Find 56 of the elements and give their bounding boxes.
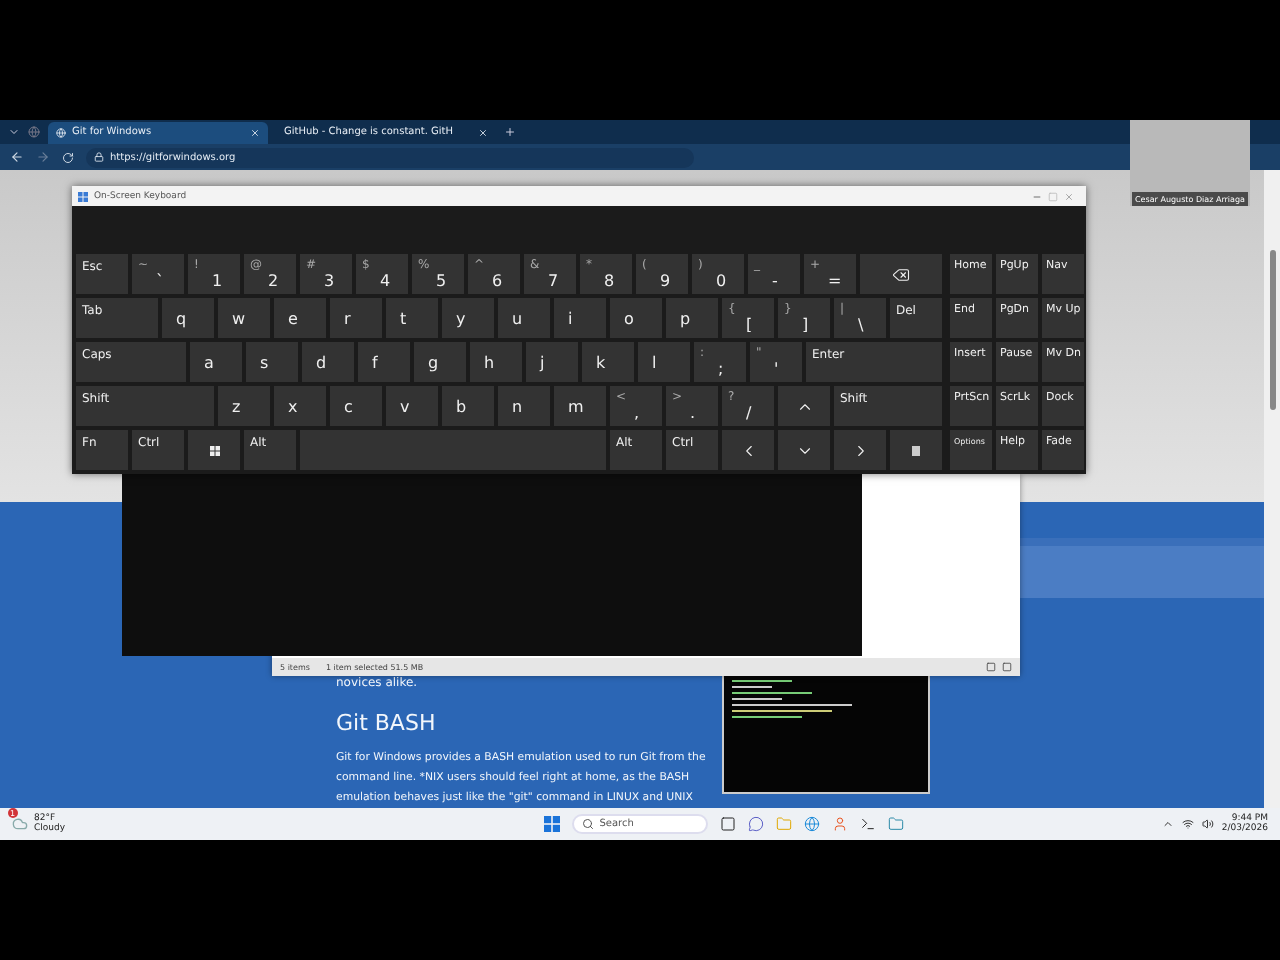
chevron-up-icon[interactable] (1161, 818, 1174, 830)
keyboard-key[interactable]: x (272, 384, 328, 428)
tab-list-icon[interactable] (8, 126, 20, 138)
keyboard-key[interactable]: w (216, 296, 272, 340)
lock-icon (94, 152, 104, 162)
keyboard-key[interactable]: f (356, 340, 412, 384)
menu-key-icon (912, 445, 920, 455)
terminal-icon[interactable] (859, 816, 876, 832)
windows-icon (209, 445, 219, 455)
keyboard-key[interactable]: y (440, 296, 496, 340)
keyboard-key[interactable]: e (272, 296, 328, 340)
keyboard-key[interactable]: g (412, 340, 468, 384)
site-icon (56, 127, 66, 137)
search-icon (581, 818, 594, 830)
keyboard-key[interactable]: z (216, 384, 272, 428)
scrollbar[interactable] (1264, 170, 1280, 808)
back-icon[interactable] (10, 150, 24, 164)
folder-icon[interactable] (775, 816, 792, 832)
keyboard-key[interactable]: m (552, 384, 608, 428)
backspace-icon (892, 265, 910, 283)
keyboard-key[interactable]: b (440, 384, 496, 428)
menu-key[interactable] (888, 428, 944, 472)
new-tab-icon[interactable] (504, 126, 516, 138)
keyboard-key[interactable]: a (188, 340, 244, 384)
wifi-icon[interactable] (1181, 818, 1194, 830)
keyboard-key[interactable]: q (160, 296, 216, 340)
forward-icon[interactable] (36, 150, 50, 164)
keyboard-key[interactable]: d (300, 340, 356, 384)
keyboard-key[interactable]: t (384, 296, 440, 340)
keyboard-app-icon (78, 191, 88, 201)
minimize-icon[interactable] (1032, 191, 1042, 201)
keyboard-key[interactable]: r (328, 296, 384, 340)
section-heading: Git BASH (336, 710, 438, 736)
task-view-icon[interactable] (719, 816, 736, 832)
windows-key[interactable] (186, 428, 242, 472)
keyboard-key[interactable]: c (328, 384, 384, 428)
volume-icon[interactable] (1201, 818, 1214, 830)
keyboard-key[interactable]: v (384, 384, 440, 428)
keyboard-key[interactable]: s (244, 340, 300, 384)
details-view-icon[interactable] (986, 662, 996, 672)
keyboard-key[interactable]: p (664, 296, 720, 340)
keyboard-key[interactable]: h (468, 340, 524, 384)
keyboard-key[interactable]: i (552, 296, 608, 340)
tiles-view-icon[interactable] (1002, 662, 1012, 672)
keyboard-key[interactable]: l (636, 340, 692, 384)
backspace-key[interactable] (858, 252, 944, 296)
chat-icon[interactable] (747, 816, 764, 832)
weather-icon (12, 816, 28, 832)
keyboard-key[interactable]: n (496, 384, 552, 428)
keyboard-key[interactable]: j (524, 340, 580, 384)
keyboard-key[interactable]: u (496, 296, 552, 340)
start-icon (543, 816, 560, 832)
browser-icon[interactable] (803, 816, 820, 832)
keyboard-key[interactable]: o (608, 296, 664, 340)
refresh-icon[interactable] (62, 151, 74, 163)
keyboard-key[interactable]: k (580, 340, 636, 384)
